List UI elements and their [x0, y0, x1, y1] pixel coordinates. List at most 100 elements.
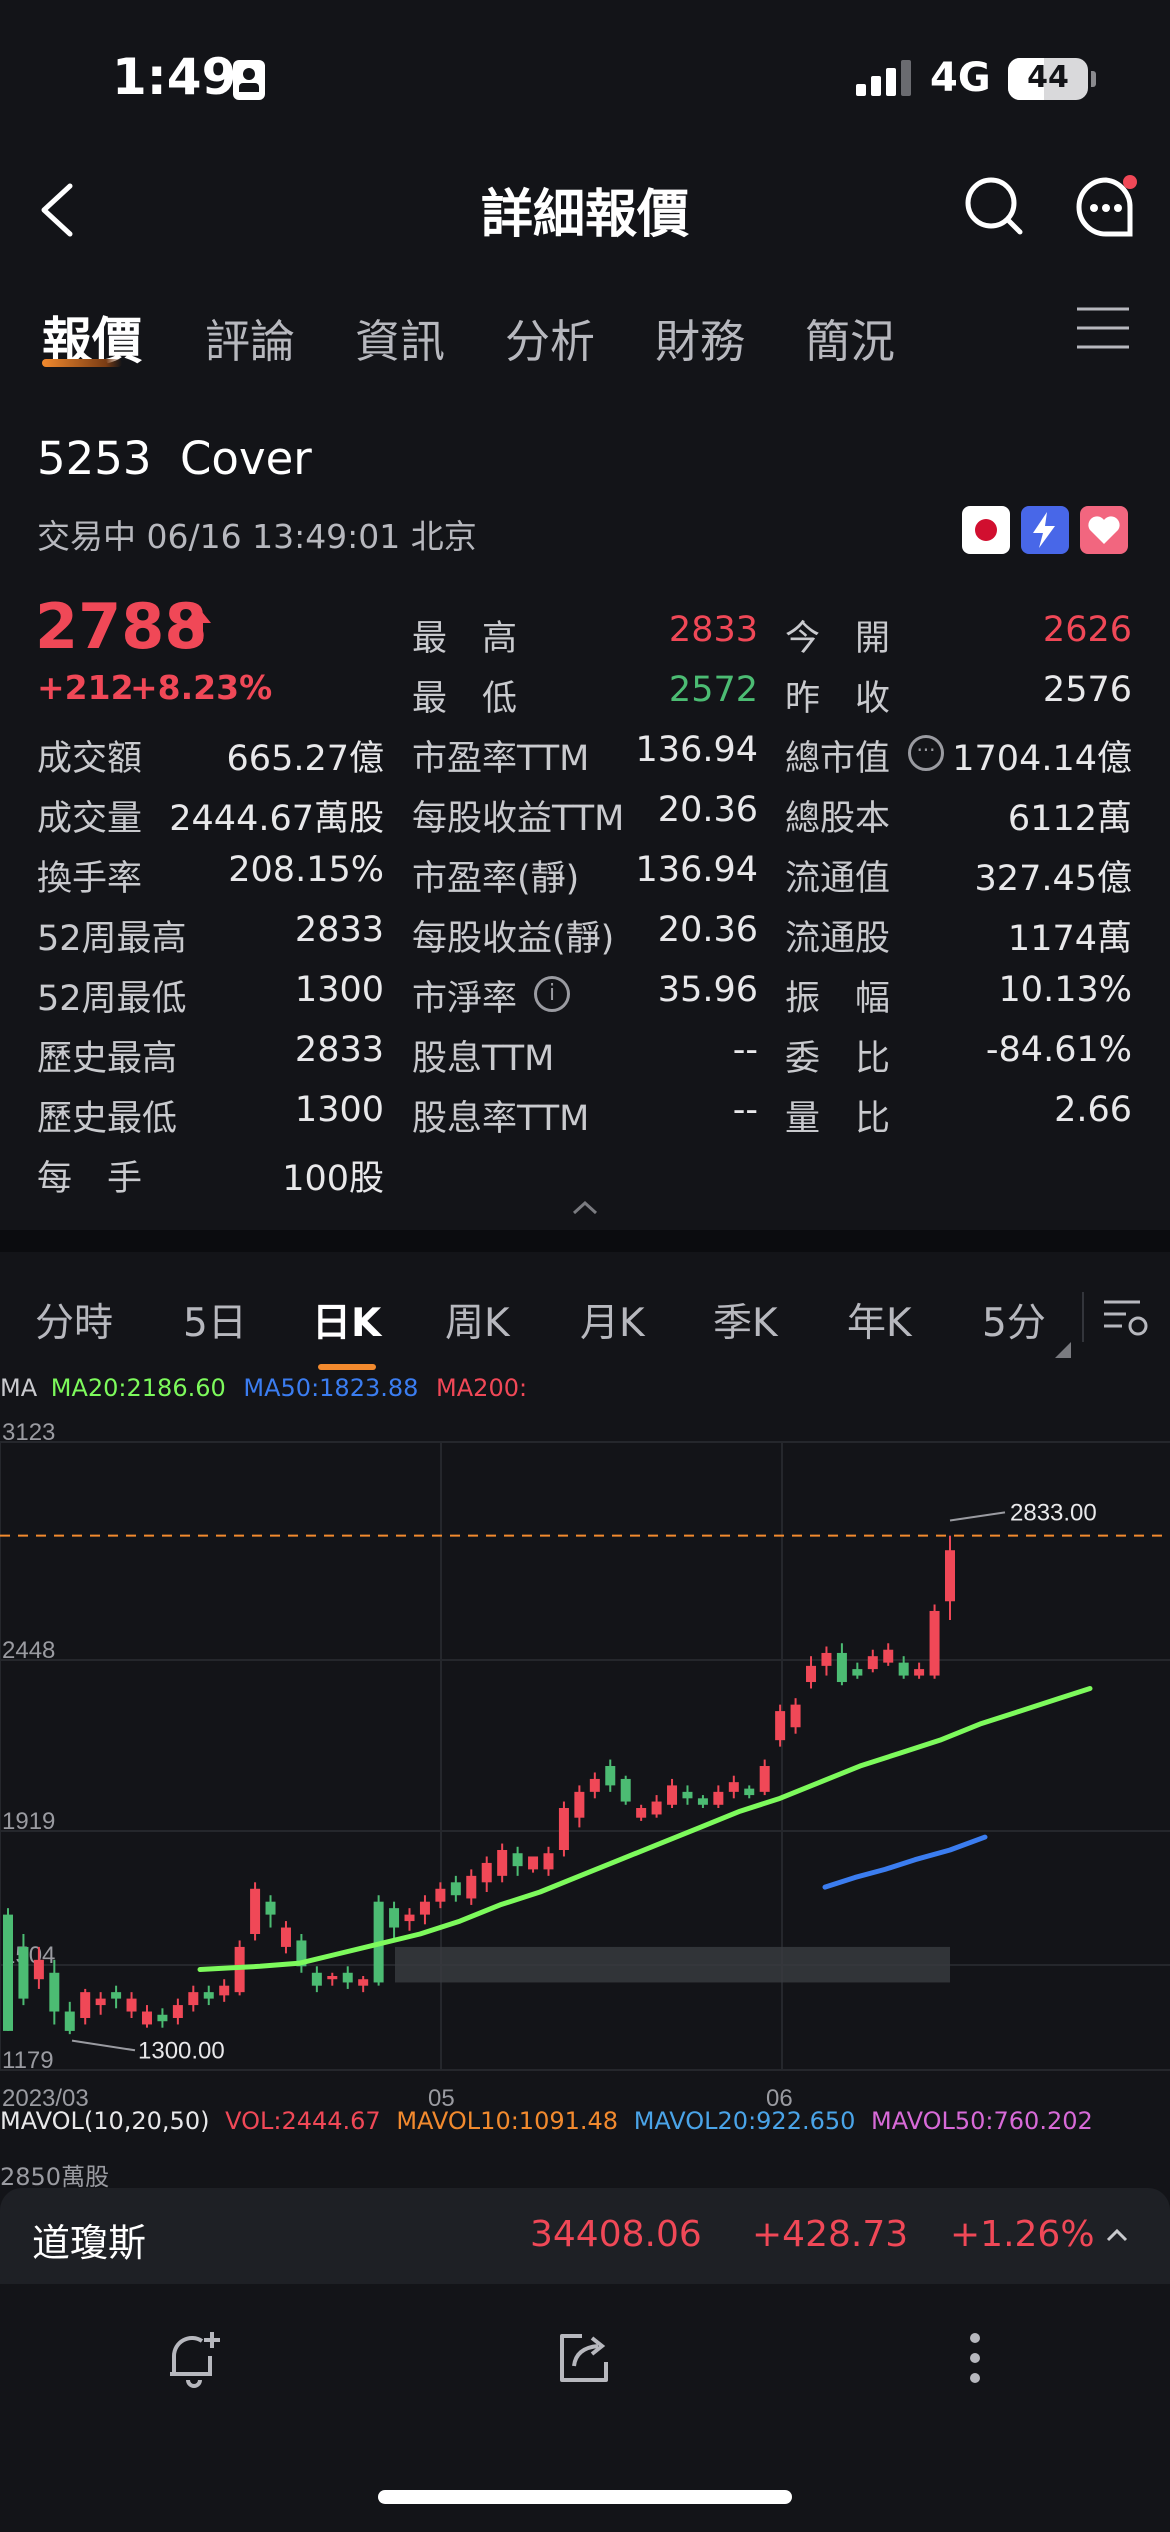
- candle-body: [914, 1669, 925, 1676]
- tab-monthly-k[interactable]: 月K: [580, 1292, 645, 1348]
- stat-value: 327.45億: [974, 859, 1132, 899]
- tab-profile[interactable]: 簡況: [805, 305, 895, 370]
- menu-button[interactable]: [1075, 303, 1131, 353]
- candle-body: [558, 1808, 569, 1851]
- section-divider: [0, 1230, 1170, 1252]
- flash-badge-icon[interactable]: [1021, 506, 1069, 554]
- tab-daily-k[interactable]: 日K: [312, 1292, 381, 1348]
- y-tick-label: 1179: [2, 2047, 54, 2074]
- stat-value: 100股: [282, 1159, 384, 1199]
- stat-label: 股息TTM: [412, 1039, 555, 1079]
- heart-icon: [1088, 516, 1120, 544]
- tab-intraday[interactable]: 分時: [35, 1292, 113, 1348]
- price-alert-button[interactable]: [162, 2326, 226, 2390]
- candle-body: [80, 1992, 91, 2018]
- stat-label: 成交量: [37, 799, 143, 839]
- collapse-button[interactable]: [568, 1195, 602, 1219]
- stat-label: 流通股: [785, 919, 891, 959]
- stat-value: 665.27億: [226, 739, 384, 779]
- candle-body: [203, 1992, 214, 1999]
- stat-label: 市淨率: [412, 979, 518, 1019]
- stat-label: 股息率TTM: [412, 1099, 590, 1139]
- candle-body: [126, 1998, 137, 2012]
- candle-body: [342, 1972, 353, 1983]
- low-leader-line: [71, 2039, 136, 2052]
- favorite-button[interactable]: [1080, 506, 1128, 554]
- info-icon[interactable]: i: [534, 976, 570, 1012]
- mavol-label: MAVOL(10,20,50): [0, 2107, 210, 2135]
- ma50-line: [822, 1834, 988, 1890]
- tab-quarterly-k[interactable]: 季K: [713, 1292, 778, 1348]
- japan-flag-icon: [962, 506, 1010, 554]
- stat-label: 52周最高: [37, 919, 187, 959]
- home-indicator: [378, 2490, 792, 2504]
- stat-value: 208.15%: [228, 850, 384, 890]
- candle-body: [3, 1914, 13, 2031]
- candle-body: [389, 1908, 400, 1928]
- y-tick-label: 3123: [2, 1419, 55, 1446]
- messages-button[interactable]: [1072, 174, 1140, 242]
- low-value: 2572: [668, 670, 758, 710]
- stat-value: --: [732, 1090, 758, 1130]
- candle-body: [836, 1652, 847, 1683]
- hamburger-icon: [1077, 307, 1129, 349]
- stat-value: 20.36: [657, 910, 758, 950]
- candle-body: [481, 1862, 492, 1883]
- candle-body: [358, 1979, 369, 1986]
- chart-period-tabs: 分時 5日 日K 周K 月K 季K 年K 5分: [0, 1252, 1170, 1372]
- stock-name: Cover: [180, 432, 312, 485]
- signal-icon: [856, 60, 912, 96]
- expand-ticker-button[interactable]: [1100, 2220, 1134, 2250]
- tab-analysis[interactable]: 分析: [505, 305, 595, 370]
- candle-body: [219, 1985, 230, 1996]
- chevron-up-icon: [1106, 2228, 1128, 2242]
- stat-label: 市盈率TTM: [412, 739, 590, 779]
- candlestick-plot: 312324481919150411792023/03 05 062833.0013…: [0, 1419, 1170, 2112]
- tab-yearly-k[interactable]: 年K: [847, 1292, 912, 1348]
- share-button[interactable]: [552, 2326, 616, 2390]
- stat-label: 52周最低: [37, 979, 187, 1019]
- candle-body: [589, 1778, 600, 1792]
- battery-tip: [1091, 71, 1096, 87]
- more-vertical-icon: [970, 2333, 980, 2383]
- stat-label: 歷史最高: [37, 1039, 178, 1079]
- tab-news[interactable]: 資訊: [355, 305, 445, 370]
- ma20-legend: MA20:2186.60: [50, 1374, 226, 1402]
- network-type: 4G: [930, 55, 991, 101]
- candle-body: [667, 1785, 678, 1805]
- tab-5min[interactable]: 5分: [982, 1292, 1046, 1348]
- id-card-icon: [233, 60, 265, 100]
- stat-value: -84.61%: [985, 1030, 1132, 1070]
- candle-body: [141, 2011, 152, 2025]
- nav-bar: 詳細報價: [0, 150, 1170, 265]
- candle-body: [435, 1888, 446, 1902]
- chart-settings-button[interactable]: [1100, 1292, 1150, 1342]
- tab-financials[interactable]: 財務: [655, 305, 745, 370]
- stat-value: 1174萬: [1007, 919, 1132, 959]
- tab-weekly-k[interactable]: 周K: [445, 1292, 510, 1348]
- candle-body: [95, 1998, 106, 2006]
- stat-label: 委 比: [785, 1039, 891, 1079]
- candle-body: [157, 2014, 168, 2022]
- stat-value: 6112萬: [1007, 799, 1132, 839]
- index-change-pct: +1.26%: [950, 2214, 1095, 2255]
- candle-body: [327, 1975, 338, 1980]
- mavol50-legend: MAVOL50:760.202: [871, 2107, 1093, 2135]
- tab-5day[interactable]: 5日: [183, 1292, 247, 1348]
- candle-body: [265, 1901, 276, 1915]
- tab-comments[interactable]: 評論: [205, 305, 295, 370]
- candle-body: [512, 1853, 523, 1867]
- index-ticker[interactable]: 道瓊斯 34408.06 +428.73 +1.26%: [0, 2188, 1170, 2284]
- price-change-pct: +8.23%: [130, 668, 273, 707]
- kline-chart[interactable]: MA MA20:2186.60 MA50:1823.88 MA200: 3123…: [0, 1372, 1170, 2192]
- mavol20-legend: MAVOL20:922.650: [633, 2107, 856, 2135]
- candle-body: [404, 1914, 415, 1922]
- arrow-up-icon: [183, 605, 213, 643]
- high-leader-line: [949, 1511, 1006, 1522]
- candle-body: [419, 1901, 430, 1915]
- more-icon[interactable]: ···: [908, 735, 944, 771]
- current-price: 2788: [35, 590, 208, 663]
- stat-label: 流通值: [785, 859, 891, 899]
- more-options-button[interactable]: [960, 2326, 990, 2390]
- search-button[interactable]: [962, 174, 1026, 238]
